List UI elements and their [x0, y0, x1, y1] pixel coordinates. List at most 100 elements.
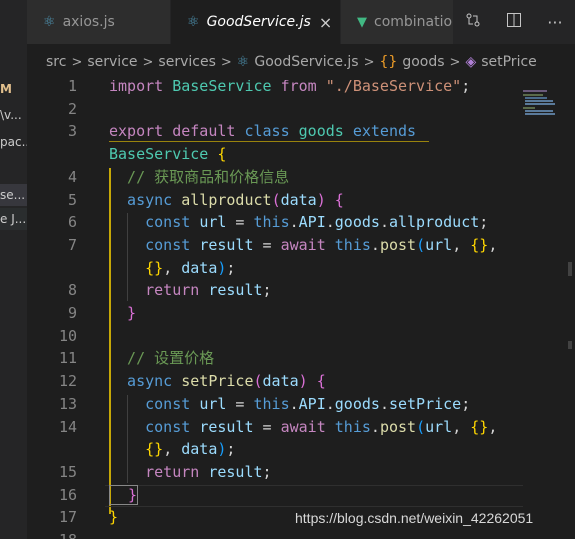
code-line[interactable]: export default class goods extends: [109, 120, 416, 142]
breadcrumb: src > service > services > ⚛ GoodService…: [27, 44, 575, 80]
code-token: =: [226, 213, 254, 231]
breadcrumb-item[interactable]: goods: [402, 54, 444, 70]
code-token: (: [271, 191, 281, 209]
code-token: .: [325, 213, 335, 231]
line-number: 14: [58, 418, 77, 436]
line-number: [27, 143, 77, 165]
code-token: url: [199, 395, 227, 413]
code-line[interactable]: const result = await this.post(url, {},: [109, 416, 497, 438]
code-token: result: [208, 463, 263, 481]
code-editor[interactable]: 1 import BaseService from "./BaseService"…: [27, 80, 575, 539]
code-token: }: [109, 304, 137, 322]
code-line[interactable]: async setPrice(data) {: [109, 370, 326, 392]
code-token: ;: [479, 213, 489, 231]
code-line[interactable]: return result;: [109, 461, 271, 483]
code-token: const: [109, 395, 200, 413]
breadcrumb-item[interactable]: setPrice: [481, 54, 537, 70]
code-token: .: [379, 213, 389, 231]
sidebar-item[interactable]: pac...: [0, 131, 27, 153]
code-token: setPrice: [388, 395, 462, 413]
code-token: {}: [470, 418, 489, 436]
code-token: const: [109, 213, 200, 231]
code-token: ,: [452, 236, 471, 254]
breadcrumb-item[interactable]: service: [87, 54, 137, 70]
code-token: default: [172, 122, 245, 140]
code-line[interactable]: import BaseService from "./BaseService";: [109, 80, 470, 97]
code-token: data: [181, 259, 218, 277]
compare-changes-icon[interactable]: [465, 12, 481, 32]
code-token: goods: [334, 395, 380, 413]
sidebar-item[interactable]: \v...: [0, 104, 27, 126]
code-token: result: [199, 418, 254, 436]
vertical-scrollbar[interactable]: [561, 44, 575, 539]
line-number: 12: [58, 372, 77, 390]
line-number: 13: [58, 395, 77, 413]
code-line[interactable]: {}, data);: [109, 438, 235, 460]
code-token: API: [298, 213, 326, 231]
code-token: API: [298, 395, 326, 413]
code-line[interactable]: async allproduct(data) {: [109, 189, 344, 211]
code-token: post: [379, 236, 417, 254]
breadcrumb-item[interactable]: services: [158, 54, 215, 70]
code-line[interactable]: // 设置价格: [109, 347, 214, 369]
code-token: ;: [461, 80, 471, 95]
line-number: 5: [67, 191, 77, 209]
watermark-text: https://blog.csdn.net/weixin_42262051: [295, 510, 534, 526]
code-token: from: [271, 80, 326, 95]
code-token: {: [334, 191, 344, 209]
line-number: 6: [67, 213, 77, 231]
tab-goodservice[interactable]: ⚛ GoodService.js ×: [171, 0, 341, 44]
code-token: =: [253, 418, 281, 436]
code-token: url: [199, 213, 227, 231]
code-token: .: [325, 395, 335, 413]
breadcrumb-item[interactable]: src: [46, 54, 66, 70]
code-token: allproduct: [388, 213, 480, 231]
tab-axios[interactable]: ⚛ axios.js: [27, 0, 171, 44]
code-token: await: [280, 418, 335, 436]
code-line[interactable]: }: [109, 506, 118, 528]
code-line[interactable]: }: [109, 302, 136, 324]
code-line[interactable]: const result = await this.post(url, {},: [109, 234, 497, 256]
code-token: post: [379, 418, 417, 436]
code-token: ,: [488, 236, 498, 254]
code-line[interactable]: BaseService {: [109, 143, 226, 165]
code-token: this: [334, 418, 371, 436]
code-token: {: [217, 145, 227, 163]
close-icon[interactable]: ×: [319, 13, 332, 32]
chevron-right-icon: >: [449, 54, 461, 70]
sidebar-item[interactable]: M: [0, 78, 27, 100]
code-line[interactable]: const url = this.API.goods.allproduct;: [109, 211, 488, 233]
code-line[interactable]: {}, data);: [109, 257, 235, 279]
code-line[interactable]: return result;: [109, 279, 271, 301]
scrollbar-thumb[interactable]: [568, 262, 572, 276]
chevron-right-icon: >: [363, 54, 375, 70]
sidebar-item[interactable]: e J...: [0, 208, 27, 230]
code-token: .: [379, 395, 389, 413]
code-token: =: [253, 236, 281, 254]
code-token: return: [109, 463, 209, 481]
sidebar-item-selected[interactable]: se...: [0, 184, 27, 206]
code-token: goods: [334, 213, 380, 231]
breadcrumb-item[interactable]: GoodService.js: [254, 54, 358, 70]
code-line[interactable]: }: [109, 484, 139, 506]
code-token: {}: [470, 236, 489, 254]
split-editor-icon[interactable]: [506, 12, 522, 32]
react-icon: ⚛: [43, 14, 56, 30]
chevron-right-icon: >: [220, 54, 232, 70]
editor-actions: ···: [453, 0, 575, 44]
code-line[interactable]: // 获取商品和价格信息: [109, 166, 289, 188]
code-token: // 获取商品和价格信息: [109, 168, 290, 186]
minimap[interactable]: [521, 90, 561, 120]
more-actions-icon[interactable]: ···: [547, 13, 562, 32]
code-token: {: [316, 372, 326, 390]
code-token: ,: [452, 418, 471, 436]
code-token: extends: [352, 122, 417, 140]
code-token: url: [425, 418, 453, 436]
object-symbol-icon: {}: [379, 54, 398, 70]
code-line[interactable]: const url = this.API.goods.setPrice;: [109, 393, 470, 415]
line-number: 8: [67, 281, 77, 299]
line-number: 10: [58, 327, 77, 345]
code-token: await: [280, 236, 335, 254]
code-token: goods: [298, 122, 353, 140]
code-token: {}: [145, 440, 164, 458]
